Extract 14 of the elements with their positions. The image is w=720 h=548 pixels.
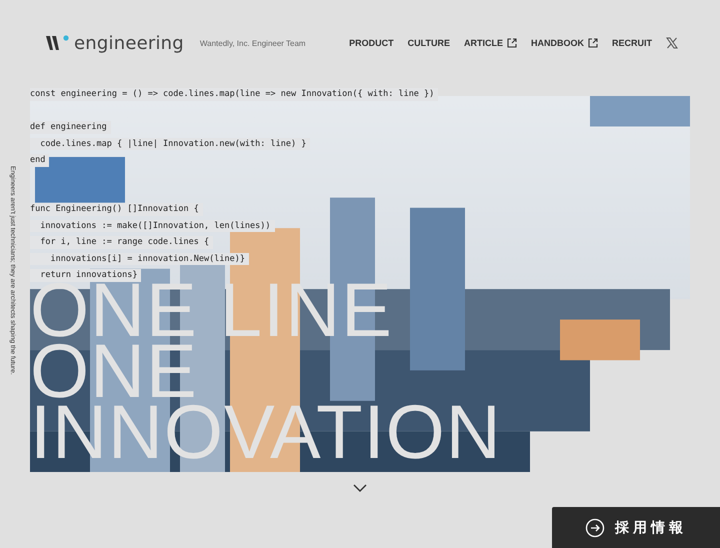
chevron-down-icon[interactable] xyxy=(353,484,367,492)
external-link-icon xyxy=(588,38,598,48)
nav-link[interactable]: CULTURE xyxy=(408,38,450,48)
recruit-button[interactable]: 採用情報 xyxy=(552,507,720,548)
nav-link[interactable]: RECRUIT xyxy=(612,38,652,48)
nav-link[interactable]: HANDBOOK xyxy=(531,38,598,48)
logo-mark-icon[interactable] xyxy=(46,34,70,52)
arrow-circle-icon xyxy=(585,518,605,538)
external-link-icon xyxy=(507,38,517,48)
nav-link[interactable]: ARTICLE xyxy=(464,38,517,48)
logo-text[interactable]: engineering xyxy=(74,32,184,54)
x-logo-icon[interactable] xyxy=(666,37,678,49)
tagline: Wantedly, Inc. Engineer Team xyxy=(200,38,306,48)
nav-link[interactable]: PRODUCT xyxy=(349,38,394,48)
